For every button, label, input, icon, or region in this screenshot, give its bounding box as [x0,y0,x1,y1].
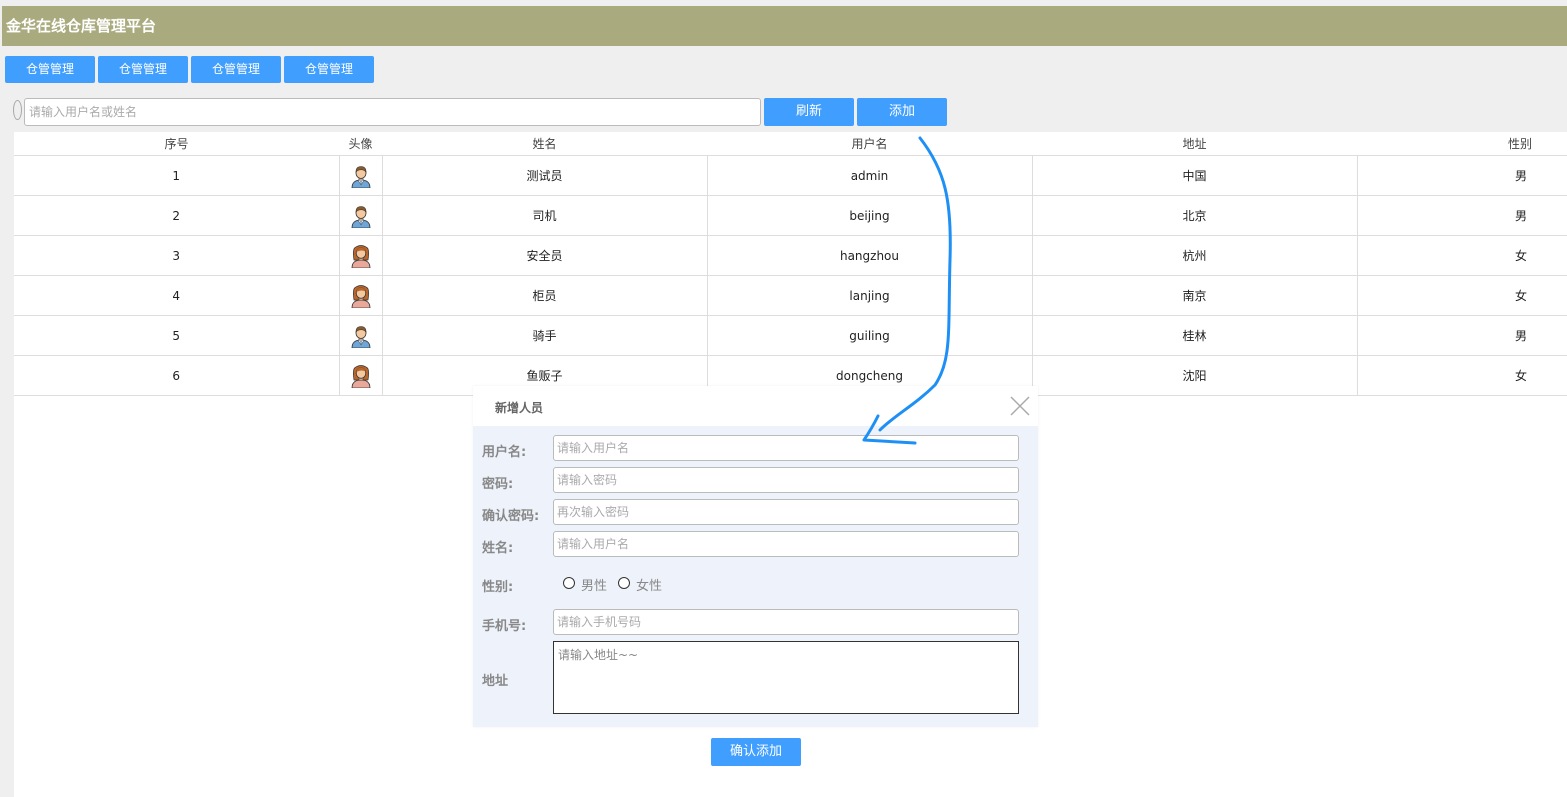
username-label: 用户名: [482,445,527,460]
cell-index: 3 [14,235,340,276]
male-avatar-icon [350,204,372,228]
gender-male-label: 男性 [581,579,608,594]
table-row[interactable]: 4 柜员 lanjing 南京 女 [14,275,1567,316]
cell-name: 测试员 [382,155,708,196]
cell-address: 北京 [1032,195,1358,236]
cell-address: 南京 [1032,275,1358,316]
cell-gender: 男 [1357,195,1567,236]
nav-buttons: 仓管管理 仓管管理 仓管管理 仓管管理 [5,56,377,83]
dialog-header: 新增人员 [473,386,1038,426]
cell-name: 骑手 [382,315,708,356]
cell-name: 安全员 [382,235,708,276]
cell-index: 2 [14,195,340,236]
gender-female-radio[interactable] [618,577,630,589]
cell-avatar [339,195,383,236]
confirm-password-label: 确认密码: [482,509,540,524]
cell-username: guiling [707,315,1033,356]
search-icon [13,100,22,120]
user-table: 序号 头像 姓名 用户名 地址 性别 1 测试员 admin 中国 男 2 司机 [14,132,1567,396]
cell-index: 5 [14,315,340,356]
cell-gender: 女 [1357,275,1567,316]
cell-avatar [339,275,383,316]
nav-button-4[interactable]: 仓管管理 [284,56,374,83]
column-header-index: 序号 [14,132,339,156]
username-field[interactable] [553,435,1019,461]
cell-address: 桂林 [1032,315,1358,356]
cell-avatar [339,315,383,356]
close-icon[interactable] [1009,395,1031,417]
address-label: 地址 [482,674,509,689]
password-field[interactable] [553,467,1019,493]
table-header-row: 序号 头像 姓名 用户名 地址 性别 [14,132,1567,156]
gender-label: 性别: [482,580,514,595]
cell-index: 6 [14,355,340,396]
nav-button-3[interactable]: 仓管管理 [191,56,281,83]
refresh-button[interactable]: 刷新 [764,98,854,126]
gender-female-label: 女性 [636,579,663,594]
cell-username: admin [707,155,1033,196]
add-person-dialog: 新增人员 用户名: 密码: 确认密码: 姓名: 性别: 男性 女性 手机号: 地… [473,386,1038,727]
confirm-add-button[interactable]: 确认添加 [711,738,801,766]
add-button[interactable]: 添加 [857,98,947,126]
name-field[interactable] [553,531,1019,557]
cell-index: 1 [14,155,340,196]
cell-gender: 男 [1357,155,1567,196]
nav-button-1[interactable]: 仓管管理 [5,56,95,83]
cell-name: 司机 [382,195,708,236]
cell-gender: 男 [1357,315,1567,356]
phone-label: 手机号: [482,619,527,634]
confirm-password-field[interactable] [553,499,1019,525]
app-header: 金华在线仓库管理平台 [2,6,1567,46]
cell-username: lanjing [707,275,1033,316]
cell-address: 沈阳 [1032,355,1358,396]
app-title: 金华在线仓库管理平台 [6,17,157,35]
column-header-avatar: 头像 [339,132,382,156]
column-header-address: 地址 [1032,132,1357,156]
cell-gender: 女 [1357,235,1567,276]
nav-button-2[interactable]: 仓管管理 [98,56,188,83]
gender-male-radio[interactable] [563,577,575,589]
table-row[interactable]: 3 安全员 hangzhou 杭州 女 [14,235,1567,276]
cell-avatar [339,235,383,276]
cell-avatar [339,155,383,196]
phone-field[interactable] [553,609,1019,635]
column-header-username: 用户名 [707,132,1032,156]
male-avatar-icon [350,324,372,348]
male-avatar-icon [350,164,372,188]
cell-address: 杭州 [1032,235,1358,276]
cell-username: hangzhou [707,235,1033,276]
column-header-name: 姓名 [382,132,707,156]
column-header-gender: 性别 [1357,132,1567,156]
table-row[interactable]: 1 测试员 admin 中国 男 [14,155,1567,196]
cell-username: beijing [707,195,1033,236]
table-row[interactable]: 2 司机 beijing 北京 男 [14,195,1567,236]
search-input[interactable] [24,98,761,126]
name-label: 姓名: [482,541,514,556]
table-row[interactable]: 5 骑手 guiling 桂林 男 [14,315,1567,356]
cell-gender: 女 [1357,355,1567,396]
female-avatar-icon [350,364,372,388]
female-avatar-icon [350,244,372,268]
password-label: 密码: [482,477,514,492]
cell-avatar [339,355,383,396]
cell-index: 4 [14,275,340,316]
cell-name: 柜员 [382,275,708,316]
dialog-title: 新增人员 [495,401,544,415]
cell-address: 中国 [1032,155,1358,196]
female-avatar-icon [350,284,372,308]
address-field[interactable] [553,641,1019,714]
